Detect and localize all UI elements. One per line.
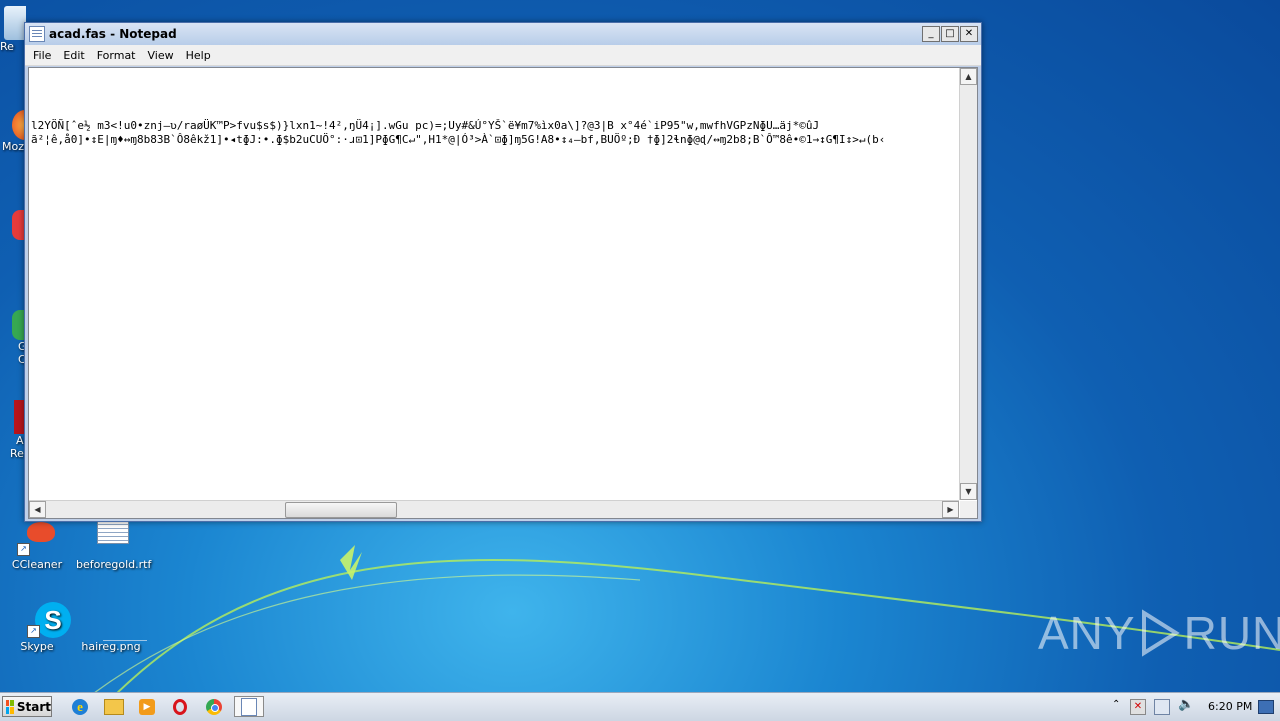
- icon-label: Skype: [20, 640, 54, 653]
- volume-icon[interactable]: 🔈: [1178, 697, 1194, 712]
- opera-icon[interactable]: [168, 696, 192, 717]
- edge-label: Re: [0, 40, 14, 53]
- desktop-icon-chrome[interactable]: G C: [0, 310, 26, 380]
- skype-icon: S ↗: [17, 602, 71, 638]
- explorer-icon[interactable]: [102, 696, 126, 717]
- notepad-icon: [241, 697, 257, 716]
- text-line: ã²¦ê,å0]•↕E|ɱ♦↔ɱ8b83B`Ô8êkž1]•◂tɸJ:•.ɸ$b…: [31, 133, 886, 146]
- scroll-up-arrow-icon[interactable]: ▲: [960, 68, 977, 85]
- anyrun-watermark: ANY RUN: [1038, 606, 1280, 660]
- resize-grip-icon[interactable]: [960, 501, 977, 518]
- desktop-icon-haireg-png[interactable]: haireg.png: [76, 602, 147, 653]
- desktop-icon-recycle-bin[interactable]: Re: [0, 6, 26, 53]
- desktop-icon-firefox[interactable]: Moz: [0, 110, 26, 153]
- media-player-icon[interactable]: ▶: [135, 696, 159, 717]
- menu-format[interactable]: Format: [91, 49, 142, 62]
- window-title: acad.fas - Notepad: [49, 27, 177, 41]
- desktop-icon-ccleaner[interactable]: ↗ CCleaner: [2, 520, 72, 571]
- windows-logo-icon: [6, 699, 14, 714]
- action-center-icon[interactable]: ✕: [1130, 699, 1146, 715]
- menu-bar: File Edit Format View Help: [25, 45, 981, 66]
- scroll-down-arrow-icon[interactable]: ▼: [960, 483, 977, 500]
- show-desktop-icon[interactable]: [1258, 700, 1274, 714]
- desktop-icon-browser[interactable]: [0, 210, 26, 240]
- close-button[interactable]: ✕: [960, 26, 978, 42]
- scroll-right-arrow-icon[interactable]: ▶: [942, 501, 959, 518]
- scroll-left-arrow-icon[interactable]: ◀: [29, 501, 46, 518]
- image-file-icon: [91, 602, 147, 641]
- minimize-button[interactable]: _: [922, 26, 940, 42]
- start-button[interactable]: Start: [2, 696, 52, 717]
- desktop-icon-beforegold-rtf[interactable]: beforegold.rtf: [76, 520, 151, 571]
- start-label: Start: [16, 699, 51, 714]
- vertical-scrollbar[interactable]: ▲ ▼: [959, 68, 977, 500]
- show-hidden-icons-icon[interactable]: ⌃: [1112, 699, 1120, 710]
- shortcut-arrow-icon: ↗: [27, 625, 40, 638]
- menu-edit[interactable]: Edit: [57, 49, 90, 62]
- horizontal-scrollbar[interactable]: ◀ ▶: [29, 500, 959, 518]
- notepad-icon: [29, 26, 45, 42]
- taskbar: Start e ▶ ⌃ ✕ 🔈 6:20 PM: [0, 692, 1280, 721]
- document-icon: [91, 520, 131, 556]
- menu-file[interactable]: File: [27, 49, 57, 62]
- chrome-icon[interactable]: [202, 696, 226, 717]
- desktop-icon-skype[interactable]: S ↗ Skype: [2, 602, 72, 653]
- clock[interactable]: 6:20 PM: [1208, 700, 1252, 713]
- notepad-taskbar-button[interactable]: [234, 696, 264, 717]
- watermark-left-text: ANY: [1038, 607, 1136, 659]
- icon-label: haireg.png: [81, 640, 141, 653]
- icon-label: beforegold.rtf: [76, 558, 152, 571]
- text-editor[interactable]: l2YÖÑ[ˆe½ m3<!u0•znj–ʋ/raøÜK™P>fvu$s$)}l…: [28, 67, 978, 519]
- menu-view[interactable]: View: [142, 49, 180, 62]
- desktop-icon-acrobat[interactable]: A Re: [0, 400, 26, 480]
- icon-label: CCleaner: [11, 558, 63, 571]
- editor-text[interactable]: l2YÖÑ[ˆe½ m3<!u0•znj–ʋ/raøÜK™P>fvu$s$)}l…: [31, 119, 957, 499]
- internet-explorer-icon[interactable]: e: [68, 696, 92, 717]
- ccleaner-icon: ↗: [17, 520, 57, 556]
- text-line: l2YÖÑ[ˆe½ m3<!u0•znj–ʋ/raøÜK™P>fvu$s$)}l…: [31, 119, 820, 132]
- title-bar[interactable]: acad.fas - Notepad _ □ ✕: [25, 23, 981, 45]
- edge-label: Moz: [2, 140, 24, 153]
- network-icon[interactable]: [1154, 699, 1170, 715]
- notepad-window[interactable]: acad.fas - Notepad _ □ ✕ File Edit Forma…: [24, 22, 982, 522]
- menu-help[interactable]: Help: [180, 49, 217, 62]
- play-logo-icon: [1141, 609, 1180, 657]
- horizontal-scroll-thumb[interactable]: [285, 502, 397, 518]
- recycle-bin-icon: [4, 6, 26, 40]
- shortcut-arrow-icon: ↗: [17, 543, 30, 556]
- maximize-button[interactable]: □: [941, 26, 959, 42]
- watermark-right-text: RUN: [1183, 607, 1280, 659]
- system-tray: ⌃ ✕ 🔈: [1104, 693, 1280, 721]
